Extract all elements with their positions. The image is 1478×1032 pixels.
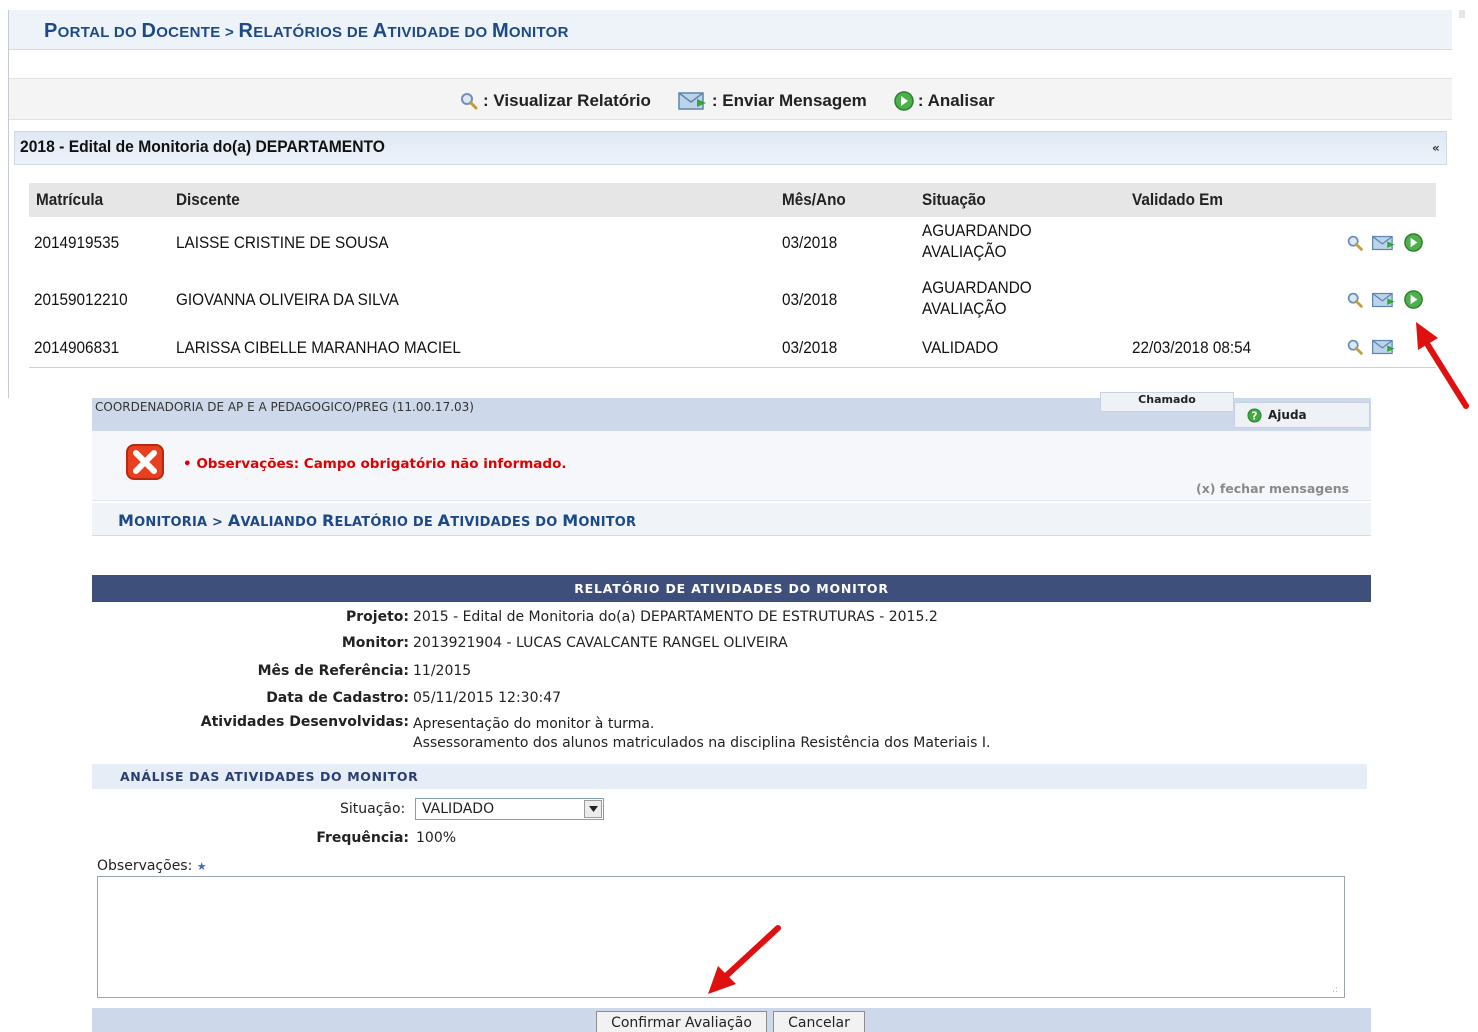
magnifier-icon xyxy=(461,93,478,110)
projeto-value: 2015 - Edital de Monitoria do(a) DEPARTA… xyxy=(413,609,938,625)
annotation-arrow xyxy=(1416,322,1469,409)
row-actions xyxy=(1345,232,1430,253)
close-messages-link[interactable]: (x) fechar mensagens xyxy=(1196,481,1349,496)
atividades-label: Atividades Desenvolvidas: xyxy=(200,714,409,730)
cell-matricula: 20159012210 xyxy=(34,290,128,309)
row-actions xyxy=(1345,337,1403,357)
col-discente[interactable]: Discente xyxy=(176,190,240,210)
cell-discente: GIOVANNA OLIVEIRA DA SILVA xyxy=(176,290,399,309)
error-message: • Observações: Campo obrigatório não inf… xyxy=(183,456,567,472)
cell-mes-ano: 03/2018 xyxy=(782,338,838,357)
svg-text:?: ? xyxy=(1252,410,1258,422)
analyze-icon[interactable] xyxy=(1403,289,1424,310)
situacao-select[interactable]: VALIDADO xyxy=(415,798,604,820)
atividades-line-2: Assessoramento dos alunos matriculados n… xyxy=(413,735,991,751)
reports-table: Matrícula Discente Mês/Ano Situação Vali… xyxy=(29,183,1436,368)
data-cadastro-label: Data de Cadastro: xyxy=(266,690,409,706)
collapse-icon[interactable]: « xyxy=(1432,141,1440,155)
legend-enviar: : Enviar Mensagem xyxy=(677,90,867,112)
frequencia-value: 100% xyxy=(416,830,457,846)
projeto-label: Projeto: xyxy=(346,609,409,625)
cell-situacao: VALIDADO xyxy=(922,338,999,357)
cell-situacao: AGUARDANDO AVALIAÇÃO xyxy=(922,221,1032,261)
analise-title: ANÁLISE DAS ATIVIDADES DO MONITOR xyxy=(120,769,419,784)
col-mes-ano[interactable]: Mês/Ano xyxy=(782,190,846,210)
legend: : Visualizar Relatório : Enviar Mensagem… xyxy=(458,90,1021,112)
frequencia-label: Frequência: xyxy=(316,830,409,846)
table-row: 20159012210 GIOVANNA OLIVEIRA DA SILVA 0… xyxy=(29,273,1436,329)
monitoria-title: MONITORIA > AVALIANDO RELATÓRIO DE ATIVI… xyxy=(118,511,637,530)
send-message-icon[interactable] xyxy=(1371,233,1397,253)
cell-mes-ano: 03/2018 xyxy=(782,290,838,309)
chevron-down-icon[interactable] xyxy=(584,800,602,818)
mes-referencia-value: 11/2015 xyxy=(413,663,472,679)
view-report-icon[interactable] xyxy=(1345,337,1365,357)
mes-referencia-label: Mês de Referência: xyxy=(257,663,409,679)
cell-validado-em: 22/03/2018 08:54 xyxy=(1132,338,1252,357)
cancelar-button[interactable]: Cancelar xyxy=(773,1011,865,1032)
resize-handle-icon[interactable]: .: xyxy=(1332,985,1338,995)
ajuda-button[interactable]: ? Ajuda xyxy=(1234,402,1370,428)
data-cadastro-value: 05/11/2015 12:30:47 xyxy=(413,690,562,706)
row-actions xyxy=(1345,289,1430,310)
cell-matricula: 2014919535 xyxy=(34,233,120,252)
legend-analisar: : Analisar xyxy=(893,90,995,112)
col-matricula[interactable]: Matrícula xyxy=(36,190,103,210)
portal-docente-panel: PORTAL DO DOCENTE > RELATÓRIOS DE ATIVID… xyxy=(0,0,1478,409)
cell-situacao: AGUARDANDO AVALIAÇÃO xyxy=(922,278,1032,318)
send-mail-icon xyxy=(678,92,706,110)
observacoes-label: Observações: ★ xyxy=(97,858,207,874)
confirmar-avaliacao-button[interactable]: Confirmar Avaliação xyxy=(596,1011,767,1032)
send-message-icon[interactable] xyxy=(1371,290,1397,310)
view-report-icon[interactable] xyxy=(1345,290,1365,310)
table-row: 2014919535 LAISSE CRISTINE DE SOUSA 03/2… xyxy=(29,217,1436,273)
table-header: Matrícula Discente Mês/Ano Situação Vali… xyxy=(29,183,1436,217)
scrollbar-nub[interactable] xyxy=(1459,10,1465,18)
required-star-icon: ★ xyxy=(196,860,207,873)
view-report-icon[interactable] xyxy=(1345,233,1365,253)
col-situacao[interactable]: Situação xyxy=(922,190,986,210)
analyze-arrow-icon xyxy=(894,91,914,111)
annotation-arrow xyxy=(708,925,781,994)
unit-name: COORDENADORIA DE AP E A PEDAGOGICO/PREG … xyxy=(95,400,474,414)
legend-visualizar: : Visualizar Relatório xyxy=(458,91,651,111)
table-row: 2014906831 LARISSA CIBELLE MARANHAO MACI… xyxy=(29,329,1436,367)
monitor-value: 2013921904 - LUCAS CAVALCANTE RANGEL OLI… xyxy=(413,635,788,651)
situacao-label: Situação: xyxy=(340,801,406,817)
monitor-label: Monitor: xyxy=(341,635,409,651)
cell-mes-ano: 03/2018 xyxy=(782,233,838,252)
help-icon: ? xyxy=(1247,407,1262,423)
error-icon xyxy=(126,444,164,480)
col-validado-em[interactable]: Validado Em xyxy=(1132,190,1223,210)
analyze-icon[interactable] xyxy=(1403,232,1424,253)
cell-matricula: 2014906831 xyxy=(34,338,120,357)
page-title: PORTAL DO DOCENTE > RELATÓRIOS DE ATIVID… xyxy=(44,20,569,42)
abrir-chamado-button[interactable]: Chamado xyxy=(1100,392,1234,412)
cell-discente: LARISSA CIBELLE MARANHAO MACIEL xyxy=(176,338,461,357)
relatorio-header: RELATÓRIO DE ATIVIDADES DO MONITOR xyxy=(92,575,1371,602)
cell-discente: LAISSE CRISTINE DE SOUSA xyxy=(176,233,389,252)
edital-title: 2018 - Edital de Monitoria do(a) DEPARTA… xyxy=(20,137,385,156)
send-message-icon[interactable] xyxy=(1371,337,1397,357)
atividades-line-1: Apresentação do monitor à turma. xyxy=(413,716,655,732)
